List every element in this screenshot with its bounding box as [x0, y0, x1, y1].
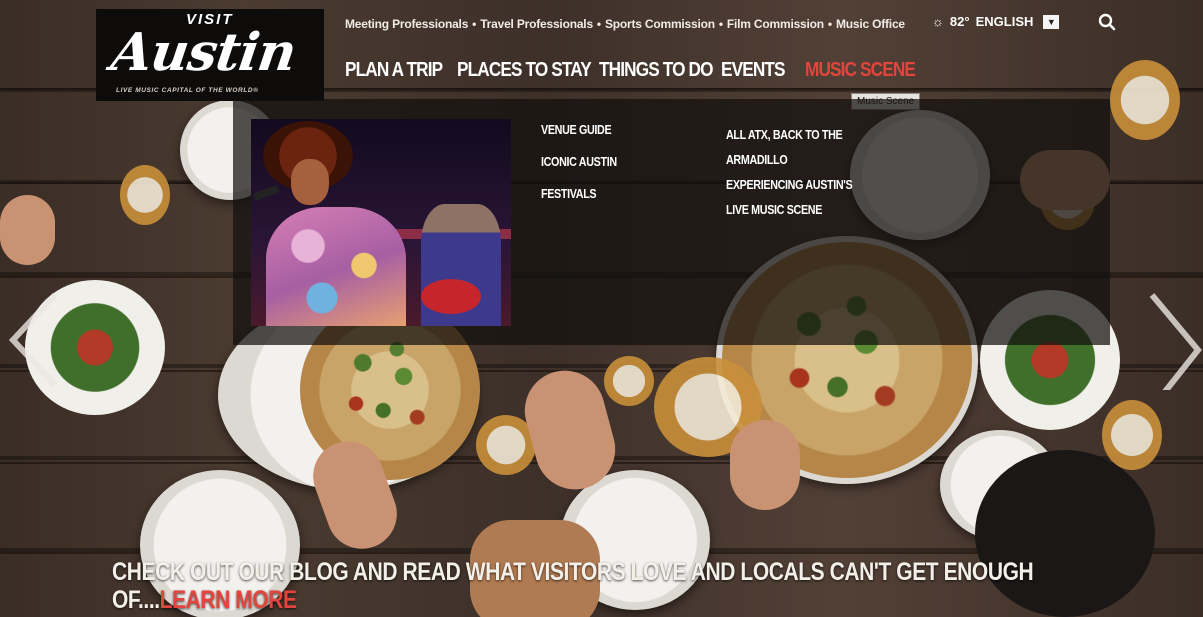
nav-things-to-do[interactable]: THINGS TO DO — [599, 59, 713, 82]
learn-more-link[interactable]: LEARN MORE — [160, 586, 297, 614]
utility-link-music-office[interactable]: Music Office — [836, 17, 905, 31]
hero-headline-line1: CHECK OUT OUR BLOG AND READ WHAT VISITOR… — [112, 558, 1034, 586]
dropdown-column-2: ALL ATX, BACK TO THE ARMADILLO EXPERIENC… — [726, 123, 873, 223]
utility-link-meeting-professionals[interactable]: Meeting Professionals — [345, 17, 468, 31]
nav-events[interactable]: EVENTS — [721, 59, 793, 82]
dropdown-link-all-atx-line1[interactable]: ALL ATX, BACK TO THE — [726, 123, 852, 148]
language-select-label[interactable]: ENGLISH — [976, 14, 1034, 29]
logo-austin-text: Austin — [107, 22, 300, 83]
dropdown-link-festivals[interactable]: FESTIVALS — [541, 187, 617, 201]
utility-separator: • — [827, 17, 832, 31]
utility-link-sports-commission[interactable]: Sports Commission — [605, 17, 715, 31]
logo-tagline: LIVE MUSIC CAPITAL OF THE WORLD® — [116, 87, 259, 94]
main-nav: PLAN A TRIP PLACES TO STAY THINGS TO DO … — [345, 59, 933, 82]
dropdown-link-all-atx-line2[interactable]: ARMADILLO — [726, 148, 852, 173]
utility-link-film-commission[interactable]: Film Commission — [727, 17, 824, 31]
dropdown-link-experiencing-line1[interactable]: EXPERIENCING AUSTIN'S — [726, 173, 853, 198]
hero-headline-line2: OF....LEARN MORE — [112, 586, 918, 614]
nav-music-scene[interactable]: MUSIC SCENE — [805, 59, 916, 82]
sun-icon: ☼ — [932, 14, 944, 29]
nav-places-to-stay[interactable]: PLACES TO STAY — [457, 59, 592, 82]
weather-language-bar: ☼ 82° ENGLISH ▼ — [932, 14, 1060, 29]
dropdown-column-1: VENUE GUIDE ICONIC AUSTIN FESTIVALS — [541, 123, 629, 201]
utility-separator: • — [472, 17, 477, 31]
carousel-prev-arrow-icon[interactable] — [5, 290, 65, 390]
hero-headline: CHECK OUT OUR BLOG AND READ WHAT VISITOR… — [112, 558, 1072, 614]
dropdown-arrow-icon[interactable]: ▼ — [1043, 14, 1060, 29]
nav-plan-a-trip[interactable]: PLAN A TRIP — [345, 59, 443, 82]
search-icon[interactable] — [1097, 13, 1117, 33]
carousel-next-arrow-icon[interactable] — [1146, 290, 1203, 410]
dropdown-link-iconic-austin[interactable]: ICONIC AUSTIN — [541, 155, 617, 169]
hero-headline-prefix: OF.... — [112, 586, 160, 614]
utility-separator: • — [596, 17, 601, 31]
dropdown-link-venue-guide[interactable]: VENUE GUIDE — [541, 123, 617, 137]
dropdown-link-experiencing-line2[interactable]: LIVE MUSIC SCENE — [726, 198, 852, 223]
utility-separator: • — [718, 17, 723, 31]
dropdown-feature-image[interactable] — [251, 119, 511, 326]
temperature: 82° — [949, 14, 970, 29]
utility-link-travel-professionals[interactable]: Travel Professionals — [480, 17, 593, 31]
utility-nav: Meeting Professionals • Travel Professio… — [345, 14, 905, 34]
